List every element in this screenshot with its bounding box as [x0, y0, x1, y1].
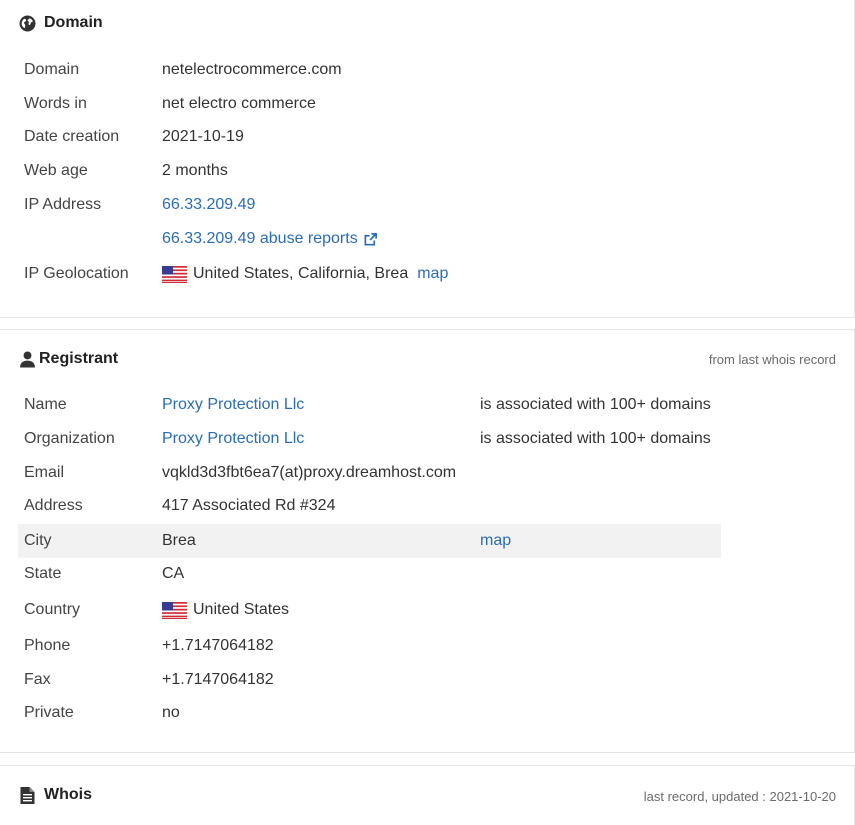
associated-domains-text: is associated with 100+ domains [480, 396, 711, 413]
row-label: Email [24, 464, 65, 481]
email-row: Email vqkld3d3fbt6ea7(at)proxy.dreamhost… [18, 456, 721, 490]
ip-address-row: IP Address 66.33.209.49 [18, 188, 721, 222]
globe-icon [19, 15, 36, 32]
registrant-panel-title: Registrant [39, 350, 119, 367]
row-value: 2 months [162, 162, 228, 179]
date-creation-row: Date creation 2021-10-19 [18, 120, 721, 154]
registrant-source-note: from last whois record [708, 352, 836, 367]
abuse-reports-row: 66.33.209.49 abuse reports [18, 222, 721, 256]
row-label: Phone [24, 637, 71, 654]
organization-row: Organization Proxy Protection Llc is ass… [18, 422, 721, 456]
row-value: Brea [162, 532, 196, 549]
row-label: Fax [24, 671, 51, 688]
us-flag-icon [162, 265, 187, 283]
fax-row: Fax +1.7147064182 [18, 663, 721, 697]
country-text: United States [193, 601, 290, 618]
private-row: Private no [18, 696, 721, 730]
state-row: State CA [18, 557, 721, 591]
registrant-panel: Registrant from last whois record Name P… [0, 329, 855, 753]
row-label: Private [24, 704, 74, 721]
associated-domains-text: is associated with 100+ domains [480, 430, 711, 447]
row-label: IP Address [24, 196, 102, 213]
ip-geolocation-row: IP Geolocation United States, California… [18, 257, 721, 291]
organization-link[interactable]: Proxy Protection Llc [162, 430, 304, 448]
name-link[interactable]: Proxy Protection Llc [162, 396, 304, 414]
external-link-icon [363, 232, 378, 247]
row-value: +1.7147064182 [162, 637, 274, 654]
row-label: Words in [24, 95, 87, 112]
row-label: Organization [24, 430, 115, 447]
ip-address-link[interactable]: 66.33.209.49 [162, 196, 255, 214]
country-row: Country United States [18, 593, 721, 627]
web-age-row: Web age 2 months [18, 154, 721, 188]
domain-panel-title: Domain [44, 14, 103, 31]
registrant-panel-header: Registrant [19, 350, 118, 368]
row-label: Name [24, 396, 67, 413]
row-label: City [24, 532, 52, 549]
row-label: Web age [24, 162, 88, 179]
whois-panel: Whois last record, updated : 2021-10-20 [0, 765, 855, 825]
name-row: Name Proxy Protection Llc is associated … [18, 388, 721, 422]
whois-panel-title: Whois [44, 786, 92, 803]
row-label: Domain [24, 61, 80, 78]
row-value: 2021-10-19 [162, 128, 244, 145]
geolocation-map-link[interactable]: map [417, 265, 448, 283]
geolocation-text: United States, California, Brea [193, 265, 409, 282]
row-value: 417 Associated Rd #324 [162, 497, 336, 514]
user-icon [19, 351, 35, 368]
row-value: United States, California, Brea map [162, 265, 448, 283]
row-label: Date creation [24, 128, 120, 145]
row-label: IP Geolocation [24, 265, 129, 282]
domain-panel-header: Domain [19, 14, 103, 32]
whois-updated-note: last record, updated : 2021-10-20 [643, 789, 836, 804]
row-value: CA [162, 565, 185, 582]
domain-panel: Domain Domain netelectrocommerce.com Wor… [0, 0, 855, 318]
words-in-row: Words in net electro commerce [18, 87, 721, 121]
row-label: Address [24, 497, 83, 514]
abuse-reports-label[interactable]: 66.33.209.49 abuse reports [162, 230, 358, 248]
row-value: United States [162, 601, 289, 619]
row-value: vqkld3d3fbt6ea7(at)proxy.dreamhost.com [162, 464, 457, 481]
row-value: netelectrocommerce.com [162, 61, 342, 78]
row-label: State [24, 565, 62, 582]
abuse-reports-link[interactable]: 66.33.209.49 abuse reports [162, 230, 378, 248]
us-flag-icon [162, 601, 187, 619]
whois-panel-header: Whois [19, 786, 92, 804]
domain-row: Domain netelectrocommerce.com [18, 53, 721, 87]
phone-row: Phone +1.7147064182 [18, 629, 721, 663]
document-icon [19, 786, 35, 804]
row-label: Country [24, 601, 81, 618]
city-map-link[interactable]: map [480, 532, 511, 550]
row-value: net electro commerce [162, 95, 316, 112]
address-row: Address 417 Associated Rd #324 [18, 489, 721, 523]
row-value: no [162, 704, 180, 721]
row-value: +1.7147064182 [162, 671, 274, 688]
city-row: City Brea map [18, 524, 721, 558]
